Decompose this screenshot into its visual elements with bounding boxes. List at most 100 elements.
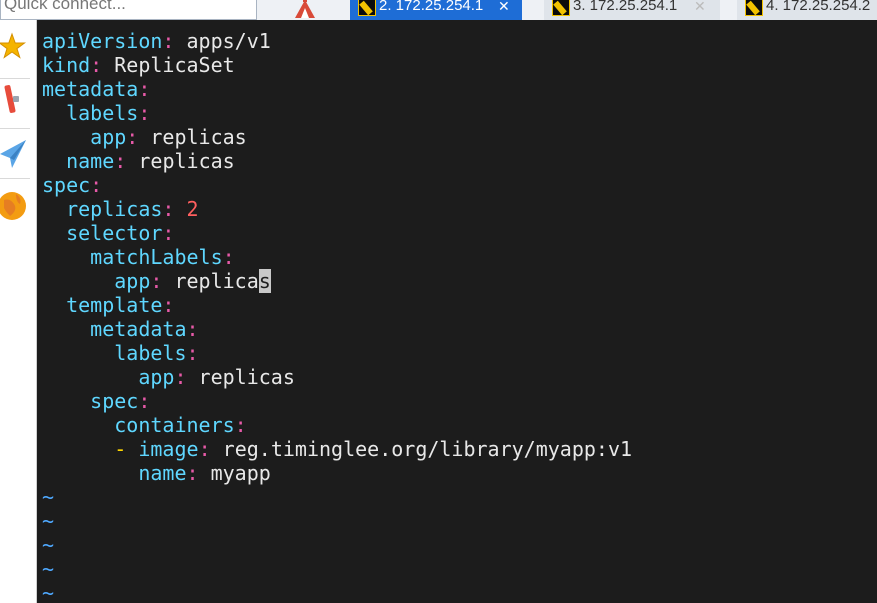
empty-line: ~: [42, 485, 632, 509]
code-line: name: replicas: [42, 149, 632, 173]
tools-button[interactable]: [0, 82, 30, 122]
code-line: spec:: [42, 173, 632, 197]
code-line: kind: ReplicaSet: [42, 53, 632, 77]
paper-plane-icon: [0, 140, 26, 168]
yaml-colon: :: [198, 437, 211, 461]
yaml-key: app: [138, 365, 175, 389]
yaml-key: app: [114, 269, 151, 293]
yaml-colon: :: [234, 413, 247, 437]
tilde-marker: ~: [42, 509, 55, 533]
code-line: labels:: [42, 101, 632, 125]
yaml-colon: :: [90, 173, 103, 197]
tab-label: 4. 172.25.254.2: [766, 0, 871, 14]
yaml-key: metadata: [42, 77, 139, 101]
code-line: apiVersion: apps/v1: [42, 29, 632, 53]
yaml-key: apiVersion: [42, 29, 163, 53]
tab-label: 2. 172.25.254.1: [379, 0, 484, 14]
putty-icon: [552, 0, 570, 16]
code-line: replicas: 2: [42, 197, 632, 221]
tools-icon: [4, 85, 19, 113]
code-line: app: replicas: [42, 125, 632, 149]
yaml-colon: :: [162, 221, 175, 245]
star-icon: [0, 32, 27, 59]
putty-icon: [358, 0, 376, 16]
yaml-value: replicas: [138, 149, 235, 173]
yaml-colon: :: [186, 461, 199, 485]
tab-session-4[interactable]: 4. 172.25.254.2: [737, 0, 877, 20]
empty-line: ~: [42, 557, 632, 581]
yaml-value: replicas: [150, 125, 247, 149]
web-button[interactable]: [0, 188, 30, 228]
yaml-key: spec: [42, 173, 91, 197]
yaml-key: kind: [42, 53, 91, 77]
code-line: containers:: [42, 413, 632, 437]
yaml-value: apps/v1: [186, 29, 271, 53]
yaml-key: matchLabels: [90, 245, 223, 269]
tab-label: 3. 172.25.254.1: [573, 0, 678, 14]
yaml-key: name: [138, 461, 187, 485]
tab-session-2[interactable]: 2. 172.25.254.1 ✕: [350, 0, 522, 20]
yaml-key: metadata: [90, 317, 187, 341]
yaml-key: selector: [66, 221, 163, 245]
yaml-value: replicas: [198, 365, 295, 389]
yaml-colon: :: [162, 29, 175, 53]
yaml-value: reg.timinglee.org/library/myapp:v1: [222, 437, 633, 461]
yaml-value: myapp: [210, 461, 271, 485]
yaml-colon: :: [114, 149, 127, 173]
toolbar-divider: [0, 128, 30, 129]
empty-line: ~: [42, 581, 632, 603]
home-tab-icon: [295, 0, 315, 18]
yaml-editor[interactable]: apiVersion: apps/v1 kind: ReplicaSet metad…: [42, 29, 632, 603]
code-line: labels:: [42, 341, 632, 365]
yaml-colon: :: [138, 389, 151, 413]
putty-icon: [745, 0, 763, 16]
yaml-key: labels: [114, 341, 187, 365]
terminal-window[interactable]: apiVersion: apps/v1 kind: ReplicaSet metad…: [37, 20, 877, 603]
toolbar-divider: [0, 178, 30, 179]
tilde-marker: ~: [42, 533, 55, 557]
yaml-colon: :: [138, 77, 151, 101]
yaml-colon: :: [186, 341, 199, 365]
tilde-marker: ~: [42, 557, 55, 581]
left-toolbar: [0, 20, 37, 603]
yaml-key: spec: [90, 389, 139, 413]
yaml-colon: :: [138, 101, 151, 125]
code-line: - image: reg.timinglee.org/library/myapp…: [42, 437, 632, 461]
toolbar-divider: [0, 78, 30, 79]
code-line: app: replicas: [42, 269, 632, 293]
quick-connect-input[interactable]: Quick connect...: [0, 0, 257, 20]
code-line: app: replicas: [42, 365, 632, 389]
yaml-colon: :: [186, 317, 199, 341]
home-tab[interactable]: [266, 0, 346, 20]
close-icon[interactable]: ✕: [694, 0, 706, 15]
yaml-key: app: [90, 125, 127, 149]
yaml-key: replicas: [66, 197, 163, 221]
code-line: spec:: [42, 389, 632, 413]
yaml-value: replica: [174, 269, 259, 293]
send-button[interactable]: [0, 136, 30, 176]
yaml-value: ReplicaSet: [114, 53, 235, 77]
yaml-colon: :: [174, 365, 187, 389]
yaml-colon: :: [162, 293, 175, 317]
code-line: metadata:: [42, 77, 632, 101]
yaml-colon: :: [162, 197, 175, 221]
code-line: matchLabels:: [42, 245, 632, 269]
code-line: name: myapp: [42, 461, 632, 485]
yaml-key: containers: [114, 413, 235, 437]
yaml-key: template: [66, 293, 163, 317]
yaml-key: name: [66, 149, 115, 173]
code-line: metadata:: [42, 317, 632, 341]
empty-line: ~: [42, 533, 632, 557]
list-dash: -: [114, 437, 127, 461]
code-line: selector:: [42, 221, 632, 245]
yaml-colon: :: [126, 125, 139, 149]
yaml-key: image: [138, 437, 199, 461]
favorites-button[interactable]: [0, 30, 30, 70]
top-bar: Quick connect... 2. 172.25.254.1 ✕ 3. 17…: [0, 0, 877, 20]
tilde-marker: ~: [42, 581, 55, 603]
tab-session-3[interactable]: 3. 172.25.254.1 ✕: [544, 0, 720, 20]
close-icon[interactable]: ✕: [498, 0, 510, 15]
yaml-colon: :: [90, 53, 103, 77]
empty-line: ~: [42, 509, 632, 533]
yaml-colon: :: [150, 269, 163, 293]
